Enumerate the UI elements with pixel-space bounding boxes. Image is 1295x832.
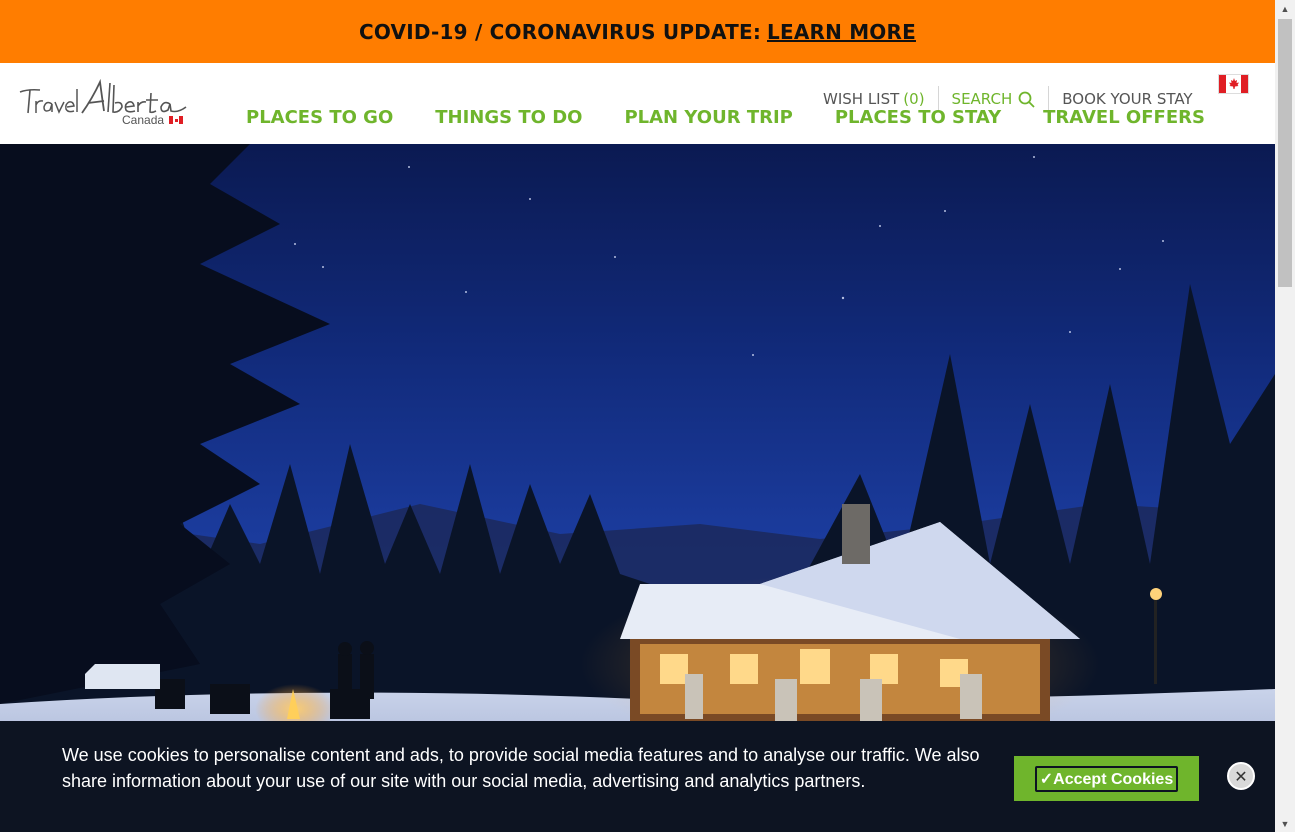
nav-travel-offers[interactable]: TRAVEL OFFERS [1043,107,1205,128]
nav-places-to-go[interactable]: PLACES TO GO [246,107,393,128]
logo-wordmark-graphic [19,79,187,114]
wish-list-label: WISH LIST [823,90,900,108]
search-icon [1018,91,1035,108]
accept-cookies-label: ✓Accept Cookies [1034,765,1179,792]
cookie-consent-banner: We use cookies to personalise content an… [0,721,1275,832]
logo-canada-label: Canada [122,113,184,127]
covid-alert-bar: COVID-19 / CORONAVIRUS UPDATE: LEARN MOR… [0,0,1275,63]
page-scrollbar[interactable]: ▲ ▼ [1275,0,1295,832]
cookie-message: We use cookies to personalise content an… [62,745,980,791]
main-navigation: PLACES TO GO THINGS TO DO PLAN YOUR TRIP… [246,107,1205,128]
scroll-thumb[interactable] [1278,19,1292,287]
scroll-up-arrow-icon[interactable]: ▲ [1275,0,1295,17]
mini-canada-flag-icon [169,116,184,124]
canada-flag-icon[interactable] [1218,74,1249,94]
travel-alberta-logo[interactable]: Canada [18,79,190,129]
site-header: Canada WISH LIST (0) SEARCH BOOK YOUR ST… [0,63,1275,144]
search-label: SEARCH [951,90,1013,108]
maple-leaf-icon [1228,78,1239,89]
nav-plan-your-trip[interactable]: PLAN YOUR TRIP [624,107,792,128]
close-icon[interactable]: ✕ [1227,762,1255,790]
accept-cookies-button[interactable]: ✓Accept Cookies [1014,756,1199,801]
logo-sub-text: Canada [122,113,165,127]
nav-places-to-stay[interactable]: PLACES TO STAY [835,107,1001,128]
wish-list-count: (0) [903,90,925,108]
learn-more-link[interactable]: LEARN MORE [767,20,916,44]
scroll-down-arrow-icon[interactable]: ▼ [1275,815,1295,832]
alert-text: COVID-19 / CORONAVIRUS UPDATE: [359,19,762,44]
nav-things-to-do[interactable]: THINGS TO DO [435,107,582,128]
